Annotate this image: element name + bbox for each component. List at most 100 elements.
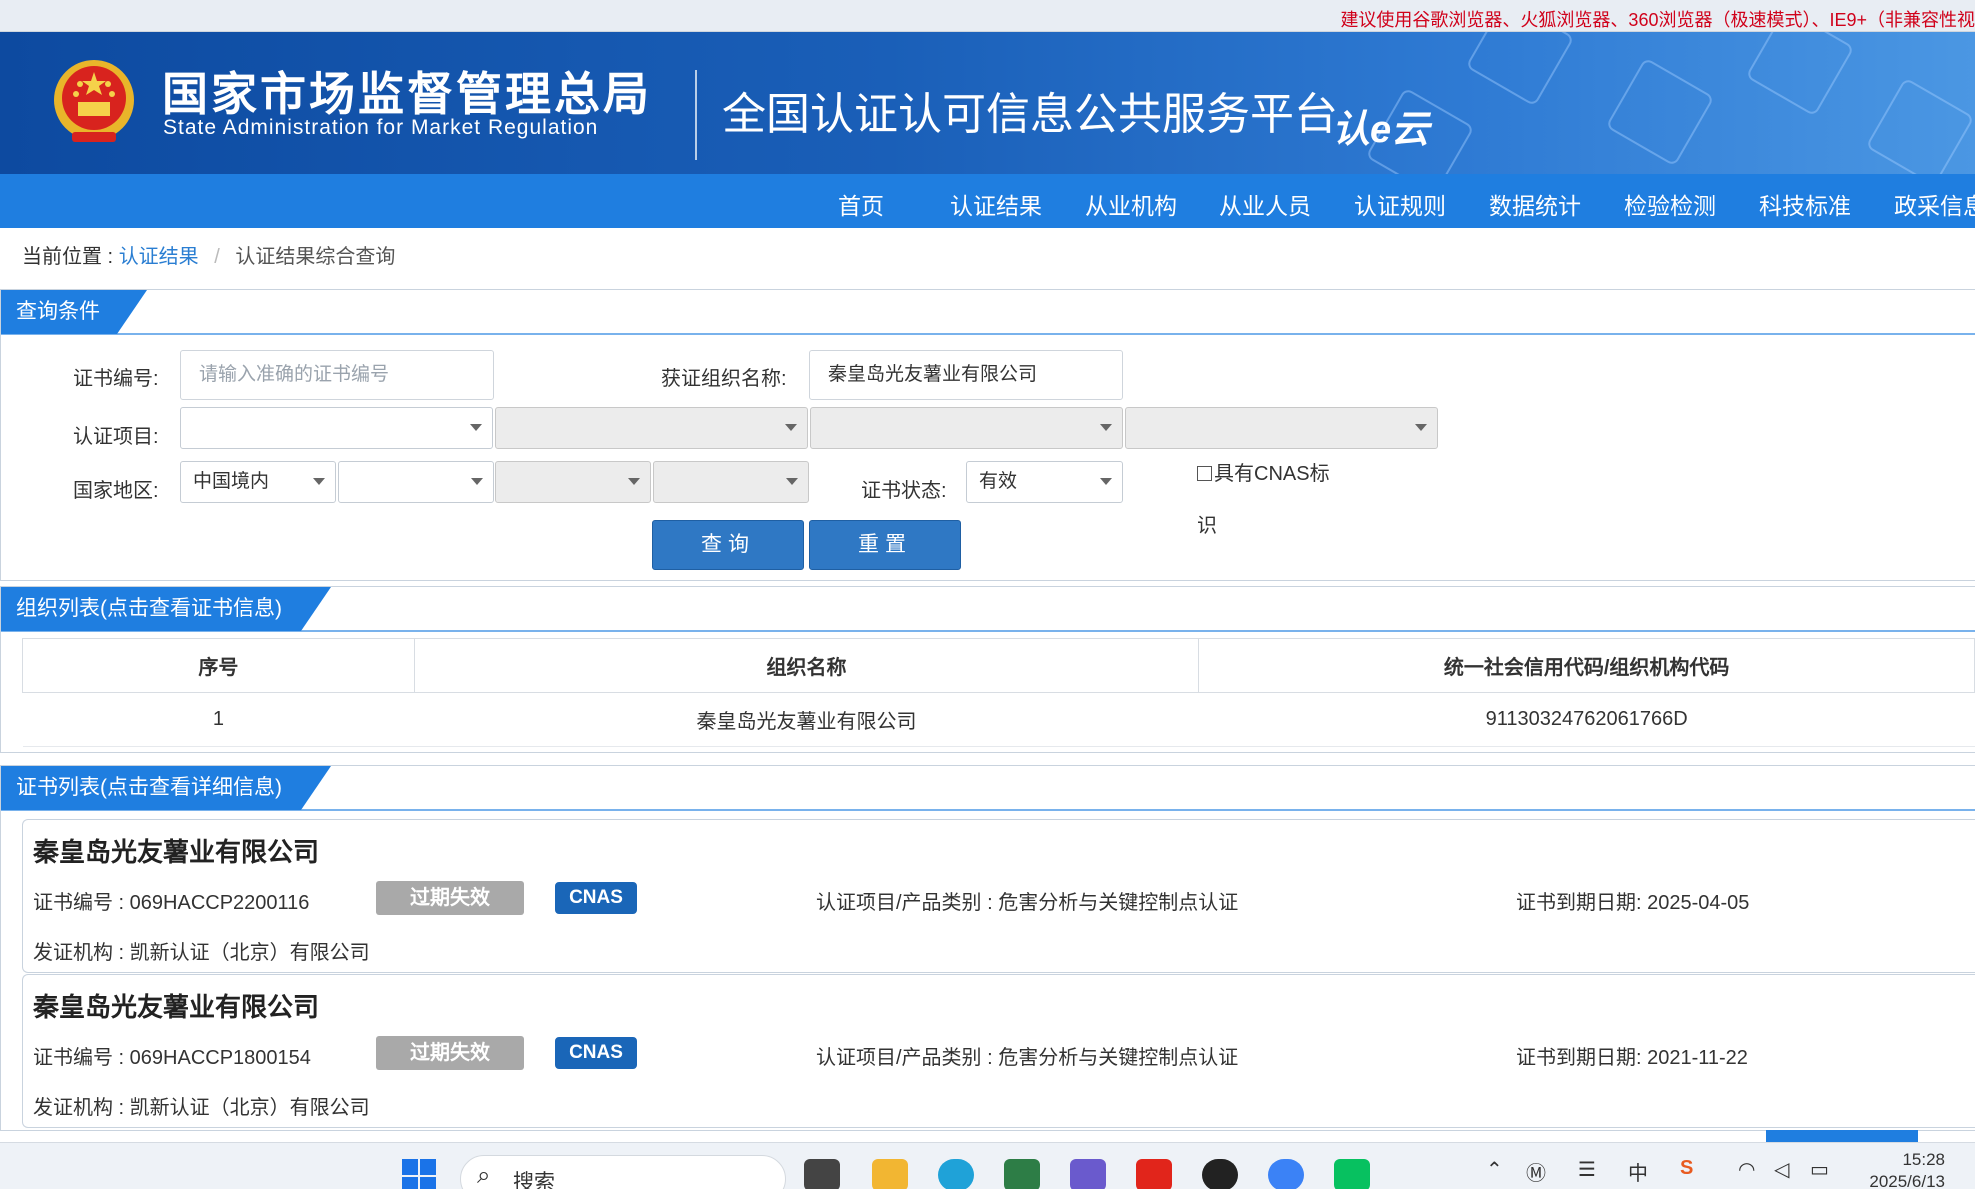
cert-expiry: 证书到期日期: 2021-11-22 xyxy=(1516,1047,1748,1069)
taskbar-search[interactable]: ⌕ 搜索 xyxy=(460,1155,786,1189)
project-select-2[interactable] xyxy=(495,407,808,449)
row-credit-code: 91130324762061766D xyxy=(1198,692,1975,747)
cert-no-label: 证书编号: xyxy=(73,368,159,390)
volume-icon[interactable]: ◁ xyxy=(1774,1157,1789,1182)
status-select-value: 有效 xyxy=(979,471,1018,492)
taskbar-app-icon[interactable] xyxy=(1268,1159,1304,1189)
hex-decoration xyxy=(1745,32,1855,117)
cnas-checkbox-wrap[interactable]: 具有CNAS标识 xyxy=(1197,448,1347,552)
region-select-value: 中国境内 xyxy=(193,471,270,492)
cert-issuer: 发证机构 : 凯新认证（北京）有限公司 xyxy=(33,942,370,964)
region-select-country[interactable]: 中国境内 xyxy=(180,461,336,503)
nav-cert-rules[interactable]: 认证规则 xyxy=(1354,187,1446,221)
cert-issuer: 发证机构 : 凯新认证（北京）有限公司 xyxy=(33,1097,370,1119)
project-select-4[interactable] xyxy=(1125,407,1438,449)
file-explorer-icon[interactable] xyxy=(872,1159,908,1189)
org-name-input[interactable]: 秦皇岛光友薯业有限公司 xyxy=(809,350,1123,400)
chevron-down-icon xyxy=(785,424,797,431)
breadcrumb-prefix: 当前位置 : xyxy=(22,246,114,268)
chevron-down-icon xyxy=(1100,424,1112,431)
cnas-badge: CNAS xyxy=(555,882,637,914)
status-label: 证书状态: xyxy=(861,480,947,502)
wechat-icon[interactable] xyxy=(1334,1159,1370,1189)
taskbar-app-icon[interactable] xyxy=(1070,1159,1106,1189)
nav-cert-results[interactable]: 认证结果 xyxy=(950,187,1042,221)
col-index-header: 序号 xyxy=(22,638,415,693)
region-label: 国家地区: xyxy=(73,480,159,502)
row-org-name[interactable]: 秦皇岛光友薯业有限公司 xyxy=(414,692,1199,747)
qq-icon[interactable] xyxy=(1202,1159,1238,1189)
chevron-down-icon xyxy=(1100,478,1112,485)
project-label: 认证项目: xyxy=(73,426,159,448)
nav-statistics[interactable]: 数据统计 xyxy=(1489,187,1581,221)
cert-number: 证书编号 : 069HACCP2200116 xyxy=(33,892,310,914)
cert-org-name: 秦皇岛光友薯业有限公司 xyxy=(33,992,320,1022)
wifi-icon[interactable]: ◠ xyxy=(1738,1157,1755,1182)
taskbar-clock[interactable]: 15:28 2025/6/13 xyxy=(1869,1149,1945,1189)
search-button[interactable]: 查询 xyxy=(652,520,804,570)
region-select-province[interactable] xyxy=(338,461,494,503)
battery-icon[interactable]: ▭ xyxy=(1810,1157,1829,1182)
breadcrumb-separator: / xyxy=(214,246,220,268)
chevron-down-icon xyxy=(1415,424,1427,431)
cert-no-input[interactable] xyxy=(180,350,494,400)
national-emblem-icon xyxy=(54,60,134,142)
cert-card[interactable]: 秦皇岛光友薯业有限公司 证书编号 : 069HACCP1800154 过期失效 … xyxy=(22,974,1975,1128)
reset-button[interactable]: 重置 xyxy=(809,520,961,570)
org-list-tab: 组织列表(点击查看证书信息) xyxy=(1,587,331,631)
nav-procurement[interactable]: 政采信息 xyxy=(1894,187,1975,221)
row-index: 1 xyxy=(22,692,415,747)
chevron-down-icon xyxy=(471,478,483,485)
nav-home[interactable]: 首页 xyxy=(838,187,884,221)
nav-institutions[interactable]: 从业机构 xyxy=(1085,187,1177,221)
status-badge: 过期失效 xyxy=(376,1036,524,1070)
edge-browser-icon[interactable] xyxy=(938,1159,974,1189)
breadcrumb: 当前位置 : 认证结果 / 认证结果综合查询 xyxy=(22,240,395,269)
hex-decoration xyxy=(1605,57,1715,167)
region-select-district[interactable] xyxy=(653,461,809,503)
cnas-checkbox[interactable] xyxy=(1197,466,1212,481)
chevron-down-icon xyxy=(628,478,640,485)
search-icon: ⌕ xyxy=(477,1162,491,1189)
page-root: 建议使用谷歌浏览器、火狐浏览器、360浏览器（极速模式）、IE9+（非兼容性视 … xyxy=(0,0,1975,1189)
cnas-badge: CNAS xyxy=(555,1037,637,1069)
site-banner: 国家市场监督管理总局 State Administration for Mark… xyxy=(0,32,1975,174)
nav-inspection[interactable]: 检验检测 xyxy=(1624,187,1716,221)
cnas-checkbox-label: 具有CNAS标识 xyxy=(1197,463,1330,537)
org-table-header: 序号 组织名称 统一社会信用代码/组织机构代码 xyxy=(22,638,1975,693)
sogou-icon[interactable]: S xyxy=(1680,1157,1693,1180)
region-select-city[interactable] xyxy=(495,461,651,503)
cert-org-name: 秦皇岛光友薯业有限公司 xyxy=(33,837,320,867)
status-badge: 过期失效 xyxy=(376,881,524,915)
cert-card[interactable]: 秦皇岛光友薯业有限公司 证书编号 : 069HACCP2200116 过期失效 … xyxy=(22,819,1975,973)
org-name-label: 获证组织名称: xyxy=(661,368,787,390)
chevron-up-icon[interactable]: ⌃ xyxy=(1486,1157,1503,1182)
status-select[interactable]: 有效 xyxy=(966,461,1123,503)
store-icon[interactable] xyxy=(1004,1159,1040,1189)
org-name-en: State Administration for Market Regulati… xyxy=(163,116,599,139)
huawei-icon[interactable] xyxy=(1136,1159,1172,1189)
project-select-3[interactable] xyxy=(810,407,1123,449)
breadcrumb-link[interactable]: 认证结果 xyxy=(119,246,199,268)
banner-divider xyxy=(695,70,697,160)
project-select-1[interactable] xyxy=(180,407,493,449)
windows-start-icon[interactable] xyxy=(402,1159,438,1189)
nav-standards[interactable]: 科技标准 xyxy=(1759,187,1851,221)
hex-decoration xyxy=(1865,77,1975,174)
col-org-name-header: 组织名称 xyxy=(413,638,1200,693)
clock-time: 15:28 xyxy=(1902,1150,1945,1169)
browser-top-strip: 建议使用谷歌浏览器、火狐浏览器、360浏览器（极速模式）、IE9+（非兼容性视 xyxy=(0,0,1975,32)
cert-project: 认证项目/产品类别 : 危害分析与关键控制点认证 xyxy=(816,1047,1239,1069)
ime-indicator[interactable]: 中 xyxy=(1628,1157,1648,1186)
nav-personnel[interactable]: 从业人员 xyxy=(1219,187,1311,221)
tray-app-icon[interactable]: Ⓜ xyxy=(1526,1157,1546,1186)
query-panel: 查询条件 证书编号: 获证组织名称: 秦皇岛光友薯业有限公司 认证项目: 国家地… xyxy=(0,289,1975,581)
cert-expiry: 证书到期日期: 2025-04-05 xyxy=(1516,892,1750,914)
tray-settings-icon[interactable]: ☰ xyxy=(1578,1157,1596,1182)
cert-project: 认证项目/产品类别 : 危害分析与关键控制点认证 xyxy=(816,892,1239,914)
platform-logo: 认e云 xyxy=(1332,109,1430,151)
table-row[interactable]: 1 秦皇岛光友薯业有限公司 91130324762061766D xyxy=(22,692,1975,747)
col-credit-code-header: 统一社会信用代码/组织机构代码 xyxy=(1198,638,1975,693)
taskbar-app-icon[interactable] xyxy=(804,1159,840,1189)
cert-list-tab: 证书列表(点击查看详细信息) xyxy=(1,766,331,810)
